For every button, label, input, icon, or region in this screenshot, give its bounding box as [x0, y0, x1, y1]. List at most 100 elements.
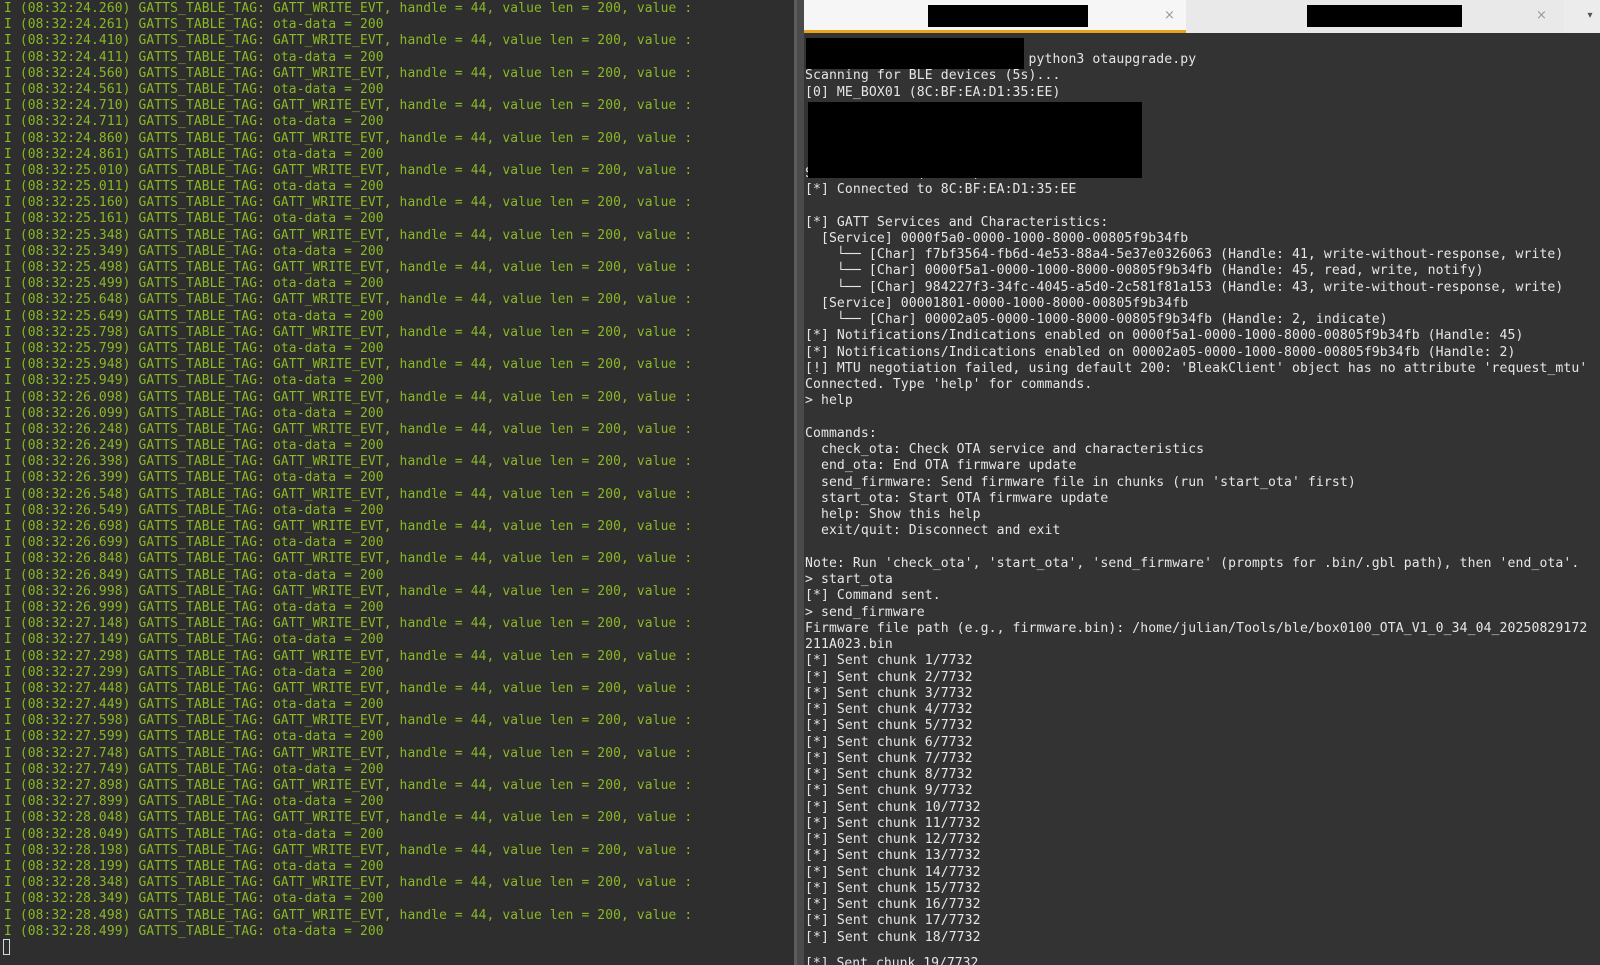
terminal-line: check_ota: Check OTA service and charact… [805, 442, 1205, 457]
log-line: I (08:32:24.260) GATTS_TABLE_TAG: GATT_W… [4, 1, 693, 16]
pane-divider-grip[interactable] [794, 0, 797, 965]
log-line: I (08:32:25.498) GATTS_TABLE_TAG: GATT_W… [4, 260, 693, 275]
tab-bar: × × ▾ [804, 0, 1600, 33]
terminal-line: └── [Char] 00002a05-0000-1000-8000-00805… [805, 312, 1388, 327]
pane-divider[interactable] [794, 0, 804, 965]
terminal-line: [*] Sent chunk 5/7732 [805, 718, 973, 734]
terminal-line: └── [Char] 0000f5a1-0000-1000-8000-00805… [805, 263, 1484, 279]
log-line: I (08:32:27.599) GATTS_TABLE_TAG: ota-da… [4, 729, 384, 745]
log-line: I (08:32:27.598) GATTS_TABLE_TAG: GATT_W… [4, 713, 693, 729]
log-line: I (08:32:25.499) GATTS_TABLE_TAG: ota-da… [4, 276, 384, 292]
log-line: I (08:32:27.299) GATTS_TABLE_TAG: ota-da… [4, 664, 384, 680]
terminal-line: exit/quit: Disconnect and exit [805, 523, 1061, 539]
tab-list-chevron-down-icon[interactable]: ▾ [1580, 6, 1600, 26]
log-line: I (08:32:24.860) GATTS_TABLE_TAG: GATT_W… [4, 130, 693, 146]
log-line: I (08:32:26.548) GATTS_TABLE_TAG: GATT_W… [4, 486, 693, 502]
terminal-line: [*] Sent chunk 3/7732 [805, 685, 973, 701]
terminal-line: [*] Command sent. [805, 588, 941, 604]
terminal-line: 211A023.bin [805, 637, 893, 652]
log-line: I (08:32:27.149) GATTS_TABLE_TAG: ota-da… [4, 632, 384, 648]
terminal-line: [*] Sent chunk 13/7732 [805, 848, 981, 864]
terminal-line: [*] Sent chunk 17/7732 [805, 913, 981, 929]
log-line: I (08:32:25.348) GATTS_TABLE_TAG: GATT_W… [4, 227, 693, 243]
redacted-prompt [806, 38, 1024, 69]
log-line: I (08:32:28.199) GATTS_TABLE_TAG: ota-da… [4, 858, 384, 874]
log-line: I (08:32:25.161) GATTS_TABLE_TAG: ota-da… [4, 211, 384, 227]
terminal-line: [*] Sent chunk 1/7732 [805, 653, 973, 669]
log-line: I (08:32:28.349) GATTS_TABLE_TAG: ota-da… [4, 891, 384, 907]
log-line: I (08:32:24.410) GATTS_TABLE_TAG: GATT_W… [4, 33, 693, 49]
terminal-line: [!] MTU negotiation failed, using defaul… [805, 360, 1588, 376]
terminal-line: help: Show this help [805, 507, 981, 522]
log-line: I (08:32:27.748) GATTS_TABLE_TAG: GATT_W… [4, 745, 693, 761]
terminal-line-partial: [*] Sent chunk 19/7732 [805, 956, 978, 965]
log-line: I (08:32:28.498) GATTS_TABLE_TAG: GATT_W… [4, 907, 693, 923]
log-line: I (08:32:24.411) GATTS_TABLE_TAG: ota-da… [4, 49, 384, 65]
terminal-line: [*] Notifications/Indications enabled on… [805, 328, 1524, 344]
log-line: I (08:32:28.499) GATTS_TABLE_TAG: ota-da… [4, 923, 384, 939]
log-line: I (08:32:27.148) GATTS_TABLE_TAG: GATT_W… [4, 616, 693, 632]
log-line: I (08:32:25.649) GATTS_TABLE_TAG: ota-da… [4, 308, 384, 324]
terminal-line: > start_ota [805, 572, 893, 587]
terminal-line: > help [805, 393, 853, 409]
terminal-line: [*] GATT Services and Characteristics: [805, 214, 1109, 230]
log-line: I (08:32:28.049) GATTS_TABLE_TAG: ota-da… [4, 826, 384, 842]
log-line: I (08:32:24.711) GATTS_TABLE_TAG: ota-da… [4, 114, 384, 130]
log-line: I (08:32:26.698) GATTS_TABLE_TAG: GATT_W… [4, 519, 693, 534]
terminal-line: [*] Sent chunk 2/7732 [805, 669, 973, 685]
terminal-window[interactable]: × × ▾ python3 otaupgrade.py Scanning for … [804, 0, 1600, 965]
log-line: I (08:32:26.999) GATTS_TABLE_TAG: ota-da… [4, 599, 384, 615]
terminal-line-partial-text: [*] Sent chunk 19/7732 [805, 956, 979, 965]
log-line: I (08:32:26.699) GATTS_TABLE_TAG: ota-da… [4, 535, 384, 551]
tab-1[interactable]: × [804, 0, 1186, 33]
log-line: I (08:32:26.398) GATTS_TABLE_TAG: GATT_W… [4, 454, 693, 470]
terminal-line: [Service] 00001801-0000-1000-8000-00805f… [805, 295, 1189, 311]
terminal-line: Scanning for BLE devices (5s)... [805, 68, 1061, 84]
terminal-output: python3 otaupgrade.py Scanning for BLE de… [805, 52, 1587, 946]
terminal-line: └── [Char] 984227f3-34fc-4045-a5d0-2c581… [805, 279, 1564, 295]
log-line: I (08:32:26.399) GATTS_TABLE_TAG: ota-da… [4, 470, 384, 486]
terminal-line: Note: Run 'check_ota', 'start_ota', 'sen… [805, 555, 1580, 571]
log-line: I (08:32:28.048) GATTS_TABLE_TAG: GATT_W… [4, 810, 693, 826]
terminal-line: [0] ME_BOX01 (8C:BF:EA:D1:35:EE) [805, 84, 1061, 100]
terminal-line: [*] Notifications/Indications enabled on… [805, 344, 1516, 360]
terminal-line: └── [Char] f7bf3564-fb6d-4e53-88a4-5e37e… [805, 247, 1564, 262]
log-line: I (08:32:26.249) GATTS_TABLE_TAG: ota-da… [4, 438, 384, 454]
log-line: I (08:32:26.099) GATTS_TABLE_TAG: ota-da… [4, 405, 384, 421]
log-line: I (08:32:24.561) GATTS_TABLE_TAG: ota-da… [4, 81, 384, 97]
terminal-line: [*] Sent chunk 6/7732 [805, 734, 973, 750]
serial-monitor-pane[interactable]: I (08:32:24.260) GATTS_TABLE_TAG: GATT_W… [0, 0, 794, 965]
log-line: I (08:32:24.560) GATTS_TABLE_TAG: GATT_W… [4, 65, 693, 81]
terminal-line: start_ota: Start OTA firmware update [805, 490, 1109, 506]
tab-2-title-redacted [1307, 5, 1462, 27]
tab-1-title-redacted [928, 5, 1088, 27]
tab-2-close-icon[interactable]: × [1536, 6, 1547, 26]
terminal-line: [*] Connected to 8C:BF:EA:D1:35:EE [805, 182, 1077, 197]
log-line: I (08:32:25.648) GATTS_TABLE_TAG: GATT_W… [4, 292, 693, 308]
terminal-line: [*] Sent chunk 4/7732 [805, 702, 973, 717]
terminal-line: [*] Sent chunk 10/7732 [805, 799, 981, 815]
log-line: I (08:32:25.349) GATTS_TABLE_TAG: ota-da… [4, 243, 384, 259]
terminal-line: [*] Sent chunk 15/7732 [805, 880, 981, 896]
terminal-line: [Service] 0000f5a0-0000-1000-8000-00805f… [805, 230, 1189, 246]
log-line: I (08:32:26.849) GATTS_TABLE_TAG: ota-da… [4, 567, 384, 583]
terminal-line: [*] Sent chunk 14/7732 [805, 864, 981, 880]
log-line: I (08:32:25.010) GATTS_TABLE_TAG: GATT_W… [4, 162, 693, 178]
tab-2[interactable]: × [1186, 0, 1564, 33]
log-line: I (08:32:25.948) GATTS_TABLE_TAG: GATT_W… [4, 357, 693, 373]
terminal-line: > send_firmware [805, 604, 925, 620]
serial-log: I (08:32:24.260) GATTS_TABLE_TAG: GATT_W… [4, 1, 692, 940]
tab-1-close-icon[interactable]: × [1164, 6, 1175, 26]
log-line: I (08:32:24.261) GATTS_TABLE_TAG: ota-da… [4, 17, 384, 33]
log-line: I (08:32:26.998) GATTS_TABLE_TAG: GATT_W… [4, 583, 693, 599]
log-line: I (08:32:25.011) GATTS_TABLE_TAG: ota-da… [4, 179, 384, 195]
terminal-line: [*] Sent chunk 16/7732 [805, 897, 981, 912]
terminal-line: end_ota: End OTA firmware update [805, 458, 1077, 474]
terminal-line: Commands: [805, 425, 877, 441]
log-line: I (08:32:24.861) GATTS_TABLE_TAG: ota-da… [4, 146, 384, 162]
log-line: I (08:32:27.899) GATTS_TABLE_TAG: ota-da… [4, 794, 384, 810]
log-line: I (08:32:28.198) GATTS_TABLE_TAG: GATT_W… [4, 842, 693, 858]
